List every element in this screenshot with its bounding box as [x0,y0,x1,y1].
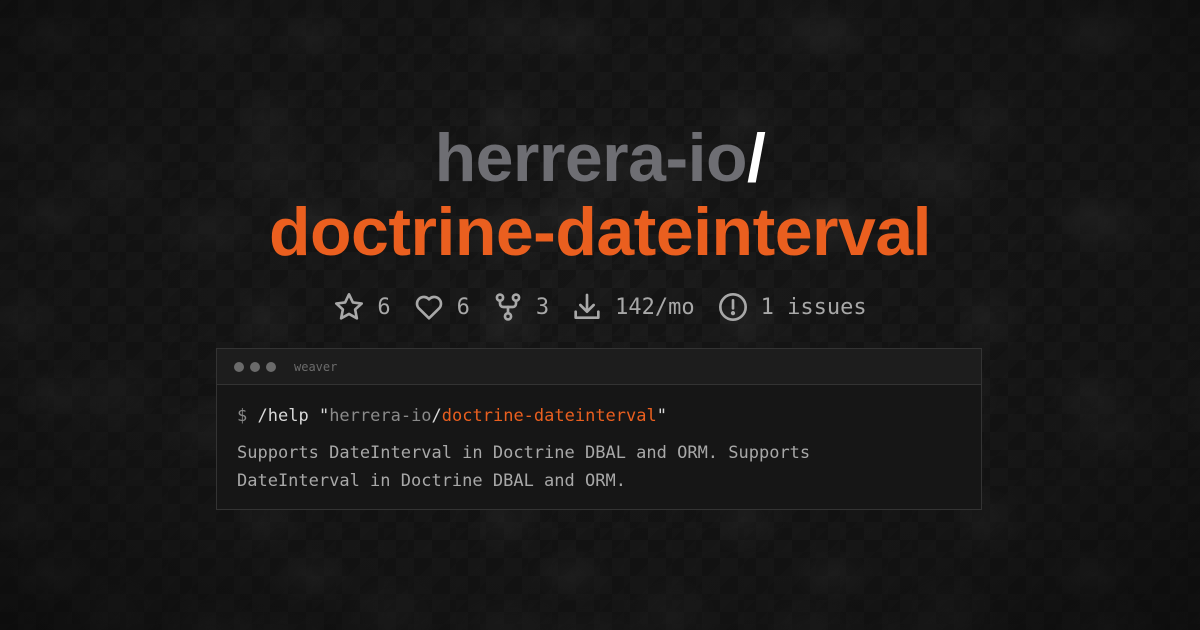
argument-owner: herrera-io [329,406,432,426]
command-line: $ /help "herrera-io/doctrine-dateinterva… [237,403,961,429]
window-dot-icon [266,361,276,372]
stat-stars: 6 [333,291,391,323]
star-icon [333,291,365,323]
repo-stats: 6 6 3 142/mo 1 issues [0,288,1200,326]
terminal-prompt: $ [237,406,248,426]
download-icon [571,291,603,323]
alert-icon [717,291,749,323]
command-argument: "herrera-io/doctrine-dateinterval" [319,406,667,426]
terminal-title: weaver [294,359,338,374]
forks-count: 3 [535,294,550,320]
terminal-titlebar: weaver [217,349,981,385]
social-card: herrera-io/ doctrine-dateinterval 6 6 3 … [0,0,1200,630]
argument-slash: / [431,406,442,426]
fork-icon [492,291,524,323]
argument-repo: doctrine-dateinterval [441,406,657,426]
repo-description: Supports DateInterval in Doctrine DBAL a… [237,443,811,491]
repo-name: doctrine-dateinterval [268,194,932,270]
quote-close: " [656,406,667,426]
stat-likes: 6 [413,291,470,323]
stat-issues: 1 issues [717,291,867,323]
downloads-count: 142/mo [615,294,695,320]
terminal-window: weaver $ /help "herrera-io/doctrine-date… [216,348,982,510]
terminal-body: $ /help "herrera-io/doctrine-dateinterva… [217,385,981,495]
heart-icon [413,291,445,323]
likes-count: 6 [456,294,470,320]
repo-owner: herrera-io [434,120,748,196]
window-dot-icon [234,361,244,372]
terminal-command: /help [257,406,309,426]
repo-slash: / [747,120,766,196]
stars-count: 6 [377,294,391,320]
quote-open: " [318,406,330,426]
window-dot-icon [250,361,260,372]
stat-downloads: 142/mo [571,291,695,323]
stat-forks: 3 [492,291,549,323]
issues-count: 1 issues [760,294,867,320]
repo-owner-heading: herrera-io/ [0,118,1200,198]
